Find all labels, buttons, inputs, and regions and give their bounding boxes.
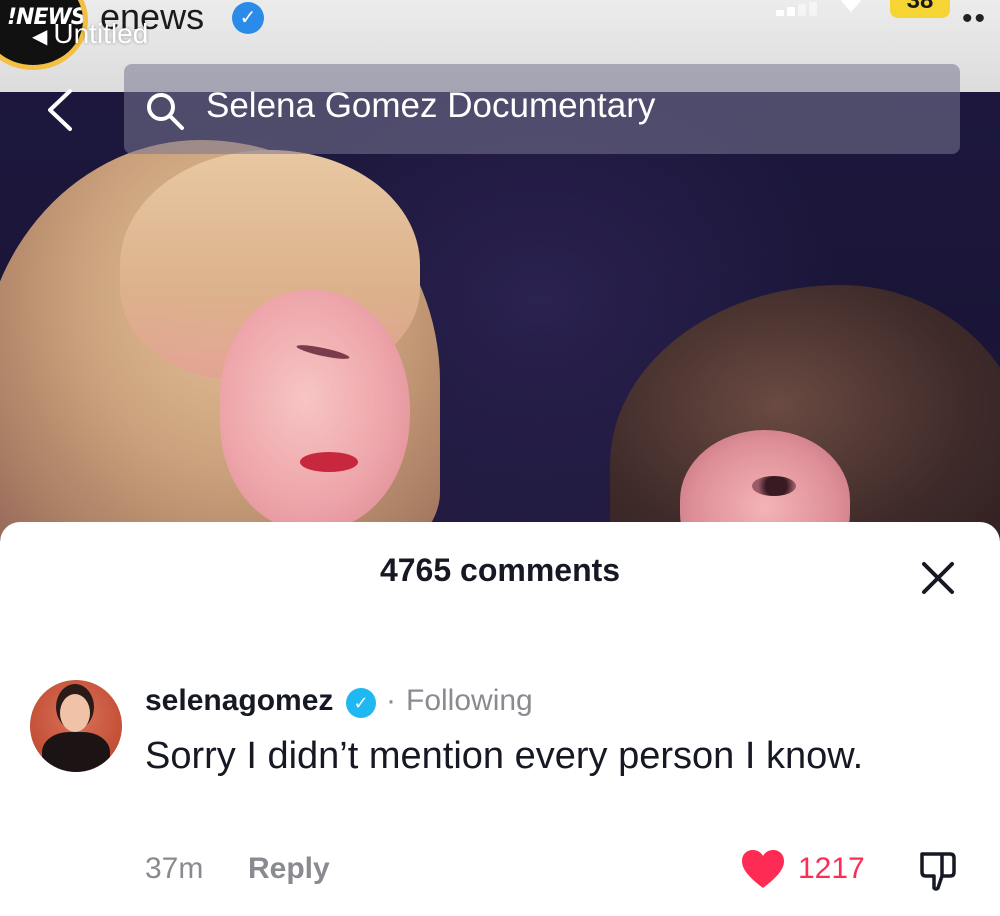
comments-sheet: 4765 comments selenagomez ✓ · Following … (0, 522, 1000, 916)
back-app-label: Untitled (53, 18, 149, 49)
more-options-icon[interactable]: •• (962, 2, 987, 36)
verified-badge-icon: ✓ (346, 688, 376, 718)
close-icon[interactable] (918, 558, 958, 598)
verified-badge-icon: ✓ (232, 2, 264, 34)
search-bar[interactable]: Selena Gomez Documentary (124, 64, 960, 154)
comment-text: Sorry I didn’t mention every person I kn… (145, 735, 864, 777)
reply-button[interactable]: Reply (248, 852, 330, 886)
battery-indicator: 38 (890, 0, 950, 18)
back-triangle-icon: ◀ (32, 26, 48, 48)
search-query[interactable]: Selena Gomez Documentary (206, 86, 655, 126)
heart-icon[interactable] (740, 848, 786, 890)
comments-count-title: 4765 comments (379, 552, 621, 588)
back-chevron-icon[interactable] (40, 88, 80, 132)
cellular-signal-icon (776, 2, 820, 16)
separator-dot: · (386, 684, 396, 717)
commenter-avatar[interactable] (30, 680, 122, 772)
comment-username[interactable]: selenagomez (145, 684, 333, 718)
comment-timestamp: 37m (145, 852, 204, 885)
search-icon (144, 90, 186, 132)
like-count: 1217 (798, 852, 865, 885)
wifi-icon (836, 0, 866, 16)
back-to-app-button[interactable]: ◀ Untitled (32, 18, 148, 50)
dislike-icon[interactable] (916, 848, 962, 894)
following-label: Following (406, 684, 533, 717)
